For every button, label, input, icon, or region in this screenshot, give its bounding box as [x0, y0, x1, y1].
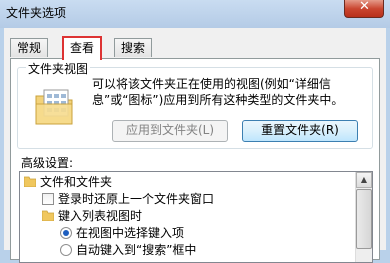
folder-views-title: 文件夹视图 — [26, 60, 91, 77]
close-icon: ✕ — [359, 0, 370, 14]
folder-icon — [24, 176, 36, 187]
folder-view-icon — [35, 89, 73, 125]
window-title: 文件夹选项 — [6, 6, 67, 20]
list-item-label: 键入列表视图时 — [58, 209, 143, 223]
tab-general[interactable]: 常规 — [10, 38, 49, 57]
radio-selected[interactable] — [60, 227, 72, 239]
description-line-1: 可以将该文件夹正在使用的视图(例如“详细信 — [92, 77, 331, 91]
scroll-thumb[interactable] — [356, 189, 372, 249]
advanced-settings-list[interactable]: 文件和文件夹 登录时还原上一个文件夹窗口 键入列表视图时 在视图中选择键入项 自… — [19, 171, 373, 263]
close-button[interactable]: ✕ — [344, 0, 384, 18]
folder-views-description: 可以将该文件夹正在使用的视图(例如“详细信 息”或“图标”)应用到所有这种类型的… — [92, 76, 362, 108]
tab-view[interactable]: 查看 — [62, 36, 103, 60]
list-item-label: 自动键入到“搜索”框中 — [76, 243, 197, 257]
reset-folders-button[interactable]: 重置文件夹(R) — [242, 120, 358, 142]
description-line-2: 息”或“图标”)应用到所有这种类型的文件夹中。 — [92, 93, 344, 107]
title-bar: 文件夹选项 ✕ — [0, 0, 390, 28]
apply-to-folders-button[interactable]: 应用到文件夹(L) — [112, 120, 228, 142]
tab-panel: 文件夹视图 可以将该文件夹正在使用的视图(例如“详细信 息”或“图标”)应用到所… — [10, 58, 380, 263]
tab-search[interactable]: 搜索 — [114, 38, 153, 57]
list-item-label: 文件和文件夹 — [40, 175, 113, 189]
folder-icon — [42, 210, 54, 221]
vertical-scrollbar[interactable]: ▲ — [355, 172, 372, 262]
folder-views-group: 文件夹视图 可以将该文件夹正在使用的视图(例如“详细信 息”或“图标”)应用到所… — [17, 60, 373, 149]
list-item-label: 登录时还原上一个文件夹窗口 — [58, 192, 215, 206]
checkbox[interactable] — [42, 193, 54, 205]
radio-unselected[interactable] — [60, 244, 72, 256]
advanced-settings-label: 高级设置: — [21, 156, 74, 170]
dialog-body: 常规 查看 搜索 文件夹视图 可以将该文件夹正在使用的视图(例如“详细信 息”或… — [4, 28, 386, 263]
scroll-up-icon[interactable]: ▲ — [356, 172, 372, 188]
list-item-label: 在视图中选择键入项 — [76, 226, 185, 240]
tab-bar: 常规 查看 搜索 — [10, 36, 380, 60]
